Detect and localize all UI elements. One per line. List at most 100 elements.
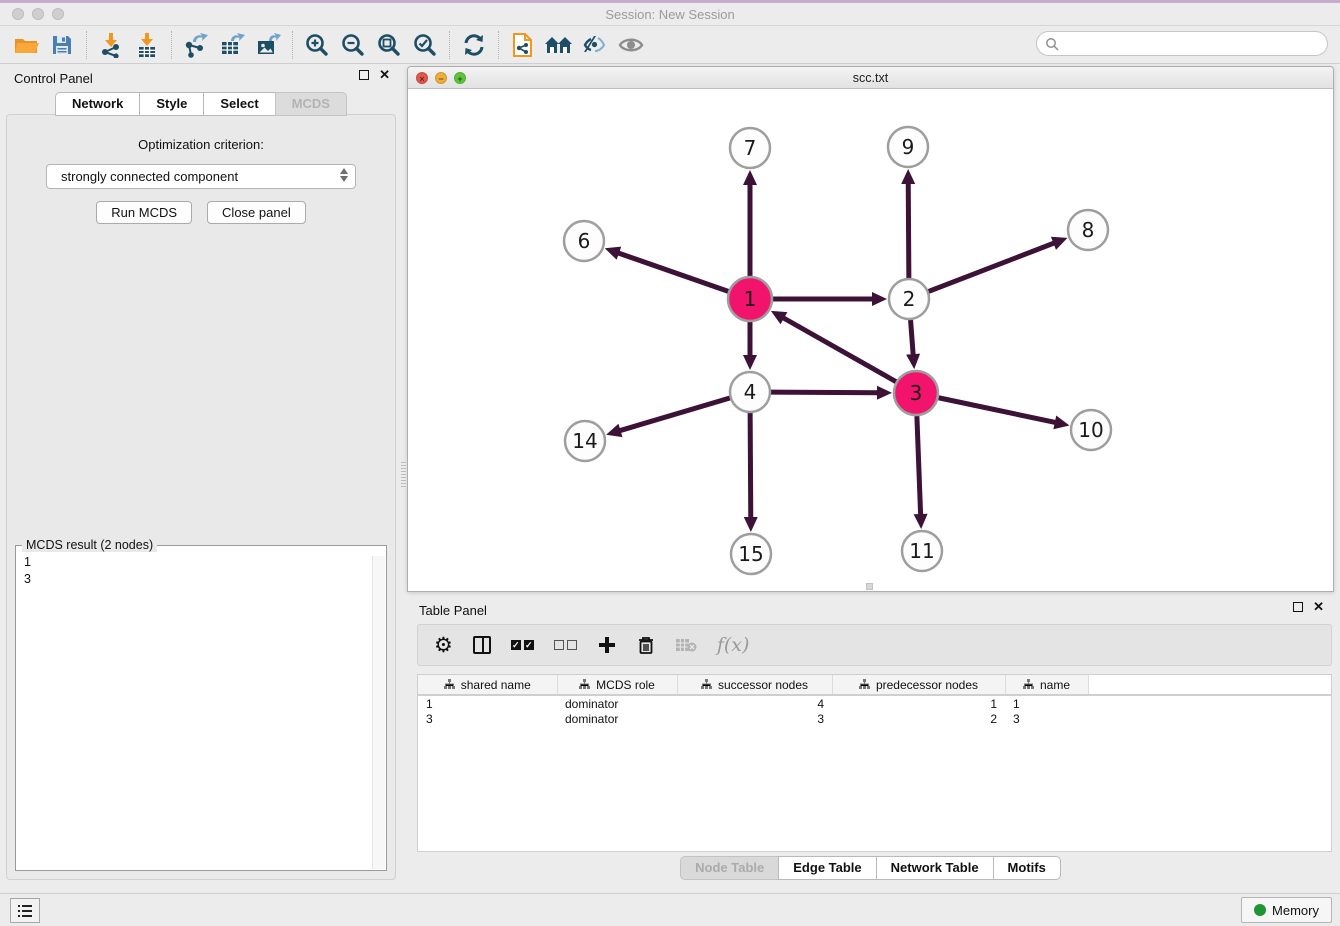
show-home-panel-button[interactable] [541, 30, 577, 60]
table-cell[interactable]: 3 [1005, 711, 1088, 727]
column-header[interactable]: shared name [418, 675, 557, 695]
save-session-button[interactable] [44, 30, 80, 60]
toggle-graphics-details-button[interactable] [577, 30, 613, 60]
eye-icon [618, 35, 644, 55]
toolbar-separator [292, 31, 293, 59]
zoom-fit-icon [376, 32, 402, 58]
search-input[interactable] [1064, 37, 1327, 51]
split-columns-icon [473, 636, 491, 654]
delete-column-icon [675, 637, 697, 653]
table-cell[interactable]: 1 [832, 695, 1005, 711]
tab-mcds[interactable]: MCDS [275, 92, 347, 116]
table-cell[interactable]: 2 [832, 711, 1005, 727]
memory-button[interactable]: Memory [1241, 897, 1332, 923]
table-cell[interactable]: 4 [677, 695, 832, 711]
close-table-panel-icon[interactable]: ✕ [1313, 602, 1324, 612]
graph-edge[interactable] [750, 413, 751, 520]
tab-network[interactable]: Network [55, 92, 140, 116]
task-history-button[interactable] [10, 898, 40, 923]
zoom-out-button[interactable] [335, 30, 371, 60]
apply-layout-button[interactable] [456, 30, 492, 60]
network-graph[interactable]: 7968124314101511 [409, 90, 1332, 591]
float-table-panel-icon[interactable] [1293, 602, 1303, 612]
table-cell[interactable]: 3 [677, 711, 832, 727]
graph-edge[interactable] [908, 181, 909, 278]
main-toolbar [0, 26, 1340, 64]
table-settings-button[interactable]: ⚙ [434, 633, 453, 658]
graph-edge[interactable] [781, 317, 896, 382]
table-row[interactable]: 1dominator411 [418, 695, 1331, 711]
import-table-button[interactable] [129, 30, 165, 60]
export-table-button[interactable] [214, 30, 250, 60]
table-panel: Table Panel ✕ ⚙ ✓✓ [405, 596, 1336, 888]
column-header[interactable]: name [1005, 675, 1088, 695]
tab-select[interactable]: Select [203, 92, 275, 116]
splitter-handle[interactable] [401, 462, 406, 488]
table-cell[interactable]: 1 [418, 695, 557, 711]
export-image-button[interactable] [250, 30, 286, 60]
column-header[interactable]: predecessor nodes [832, 675, 1005, 695]
network-view-window: × − + scc.txt 7968124314101511 [407, 66, 1334, 592]
result-scrollbar[interactable] [372, 556, 385, 869]
edge-arrowhead [1053, 415, 1069, 429]
close-panel-button[interactable]: Close panel [207, 201, 306, 224]
graph-edge[interactable] [939, 398, 1058, 423]
task-list-icon [17, 904, 33, 918]
run-mcds-button[interactable]: Run MCDS [96, 201, 192, 224]
graph-edge[interactable] [929, 242, 1057, 291]
edge-arrowhead [906, 354, 920, 369]
export-table-icon [219, 32, 245, 58]
tab-network-table[interactable]: Network Table [876, 856, 994, 880]
search-box[interactable] [1036, 31, 1328, 56]
delete-column-button[interactable] [675, 637, 697, 653]
node-label: 8 [1082, 218, 1095, 242]
export-network-button[interactable] [178, 30, 214, 60]
table-cell[interactable]: 3 [418, 711, 557, 727]
edge-arrowhead [877, 386, 892, 400]
delete-row-button[interactable] [637, 635, 655, 655]
graph-edge[interactable] [911, 320, 914, 357]
toggle-bird-eye-view-button[interactable] [613, 30, 649, 60]
criterion-dropdown[interactable]: strongly connected component [46, 164, 356, 189]
table-cell[interactable]: 1 [1005, 695, 1088, 711]
refresh-icon [462, 33, 486, 57]
plus-icon [597, 635, 617, 655]
node-label: 15 [738, 542, 763, 566]
import-table-icon [135, 32, 159, 58]
function-builder-button[interactable]: f(x) [717, 634, 750, 656]
tab-edge-table[interactable]: Edge Table [778, 856, 876, 880]
graph-edge[interactable] [917, 416, 921, 517]
zoom-fit-button[interactable] [371, 30, 407, 60]
eye-slash-icon [582, 34, 608, 56]
show-columns-button[interactable] [473, 636, 491, 654]
tab-motifs[interactable]: Motifs [993, 856, 1061, 880]
open-file-button[interactable] [8, 30, 44, 60]
graph-edge[interactable] [616, 252, 728, 291]
graph-edge[interactable] [771, 392, 880, 393]
network-canvas[interactable]: 7968124314101511 [409, 90, 1332, 591]
add-row-button[interactable] [597, 635, 617, 655]
close-panel-icon[interactable]: ✕ [379, 70, 390, 80]
graph-edge[interactable] [618, 398, 730, 431]
zoom-selected-button[interactable] [407, 30, 443, 60]
column-header[interactable]: successor nodes [677, 675, 832, 695]
tab-node-table[interactable]: Node Table [680, 856, 779, 880]
select-all-button[interactable]: ✓✓ [511, 640, 534, 650]
network-resize-grip[interactable] [866, 583, 873, 590]
deselect-all-button[interactable] [554, 640, 577, 650]
import-network-button[interactable] [93, 30, 129, 60]
zoom-selected-icon [412, 32, 438, 58]
table-row[interactable]: 3dominator323 [418, 711, 1331, 727]
node-table[interactable]: shared nameMCDS rolesuccessor nodesprede… [417, 674, 1332, 852]
table-cell[interactable]: dominator [557, 695, 677, 711]
network-window-titlebar[interactable]: × − + scc.txt [408, 67, 1333, 89]
toolbar-separator [449, 31, 450, 59]
zoom-in-button[interactable] [299, 30, 335, 60]
node-label: 9 [902, 135, 915, 159]
tab-style[interactable]: Style [139, 92, 204, 116]
table-cell[interactable]: dominator [557, 711, 677, 727]
node-label: 10 [1078, 418, 1103, 442]
column-header[interactable]: MCDS role [557, 675, 677, 695]
float-panel-icon[interactable] [359, 70, 369, 80]
new-network-from-file-button[interactable] [505, 30, 541, 60]
